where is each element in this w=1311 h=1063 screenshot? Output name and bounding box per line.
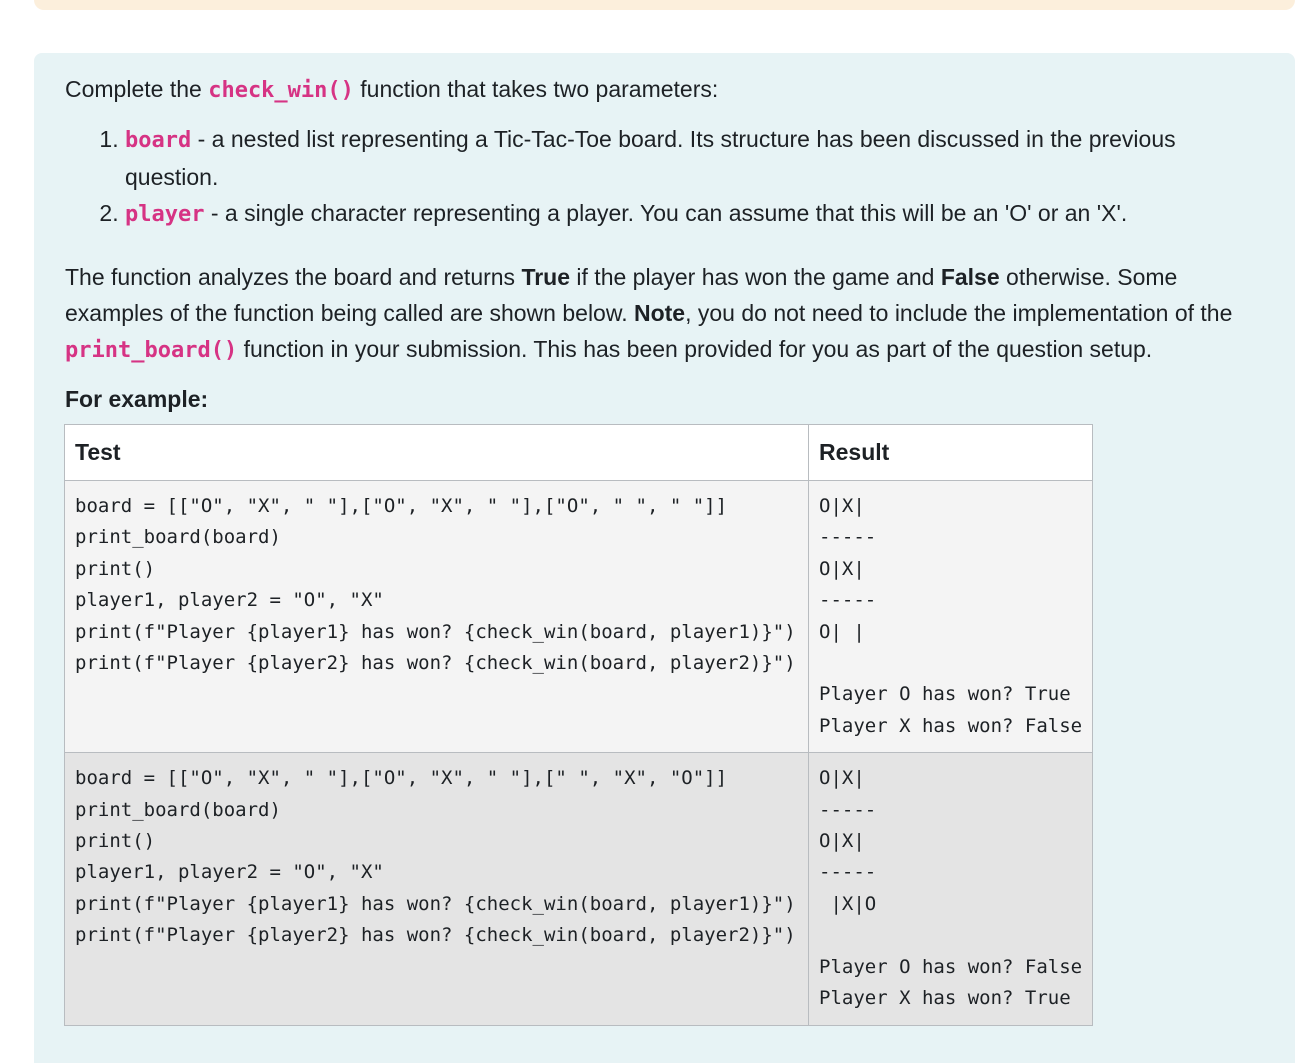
intro-prefix: Complete the bbox=[65, 76, 209, 102]
question-text: Complete the check_win() function that t… bbox=[65, 71, 1265, 417]
table-row: board = [["O", "X", " "],["O", "X", " "]… bbox=[64, 752, 1094, 1026]
result-output-1: O|X| ----- O|X| ----- O| | Player O has … bbox=[819, 495, 1083, 737]
table-row: board = [["O", "X", " "],["O", "X", " "]… bbox=[64, 479, 1094, 754]
result-column-header: Result bbox=[807, 424, 1094, 481]
examples-table: Test Result board = [["O", "X", " "],["O… bbox=[64, 424, 1094, 1026]
check-win-code: check_win() bbox=[208, 78, 354, 103]
table-header-row: Test Result bbox=[64, 424, 1094, 481]
test-code-2: board = [["O", "X", " "],["O", "X", " "]… bbox=[75, 767, 796, 947]
intro-paragraph: Complete the check_win() function that t… bbox=[65, 71, 1265, 109]
true-keyword: True bbox=[521, 264, 571, 290]
note-keyword: Note bbox=[633, 300, 686, 326]
test-cell: board = [["O", "X", " "],["O", "X", " "]… bbox=[64, 479, 809, 754]
test-code-1: board = [["O", "X", " "],["O", "X", " "]… bbox=[75, 495, 796, 675]
description-paragraph: The function analyzes the board and retu… bbox=[65, 259, 1265, 369]
for-example-label: For example: bbox=[65, 386, 209, 412]
desc-text-2: if the player has won the game and bbox=[570, 264, 941, 290]
param-desc-player: - a single character representing a play… bbox=[204, 200, 1128, 226]
parameter-item-player: player - a single character representing… bbox=[125, 195, 1265, 233]
test-cell: board = [["O", "X", " "],["O", "X", " "]… bbox=[64, 752, 809, 1026]
test-column-header: Test bbox=[64, 424, 809, 481]
previous-panel-edge bbox=[34, 0, 1295, 10]
intro-suffix: function that takes two parameters: bbox=[353, 76, 719, 102]
parameter-list: board - a nested list representing a Tic… bbox=[65, 121, 1265, 233]
print-board-code: print_board() bbox=[65, 338, 238, 363]
result-cell: O|X| ----- O|X| ----- |X|O Player O has … bbox=[807, 752, 1094, 1026]
parameter-item-board: board - a nested list representing a Tic… bbox=[125, 121, 1265, 195]
result-cell: O|X| ----- O|X| ----- O| | Player O has … bbox=[807, 479, 1094, 754]
question-panel: Complete the check_win() function that t… bbox=[34, 53, 1295, 1063]
desc-text-4: , you do not need to include the impleme… bbox=[685, 300, 1233, 326]
param-name-board: board bbox=[125, 128, 192, 153]
param-desc-board: - a nested list representing a Tic-Tac-T… bbox=[125, 126, 1176, 190]
false-keyword: False bbox=[940, 264, 1000, 290]
param-name-player: player bbox=[125, 202, 205, 227]
desc-text-5: function in your submission. This has be… bbox=[237, 336, 1153, 362]
result-output-2: O|X| ----- O|X| ----- |X|O Player O has … bbox=[819, 767, 1083, 1010]
desc-text-1: The function analyzes the board and retu… bbox=[65, 264, 522, 290]
